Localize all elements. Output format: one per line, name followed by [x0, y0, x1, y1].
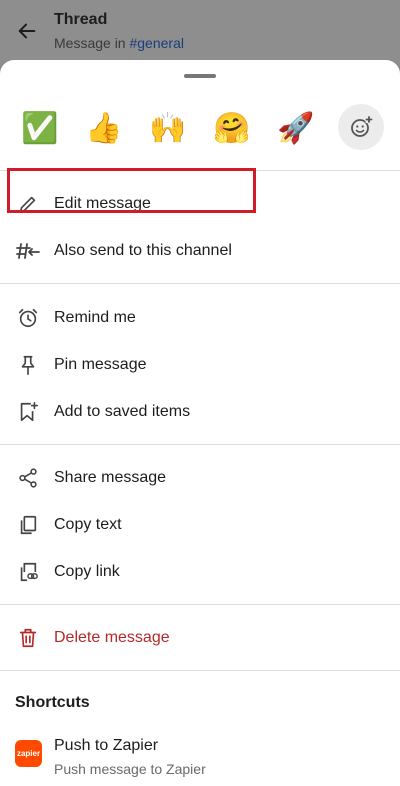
- channel-link[interactable]: #general: [129, 35, 184, 51]
- trash-icon: [16, 626, 40, 650]
- shortcut-title: Push to Zapier: [54, 737, 159, 754]
- rocket-icon[interactable]: 🚀: [274, 106, 318, 150]
- copy-link-icon: [16, 560, 40, 584]
- delete-message-item[interactable]: Delete message: [0, 615, 400, 661]
- arrow-left-icon: [18, 23, 36, 39]
- pin-message-label: Pin message: [54, 356, 147, 373]
- thread-header: Thread Message in #general: [0, 0, 400, 62]
- header-subtitle: Message in #general: [54, 35, 184, 51]
- divider: [0, 670, 400, 671]
- shortcut-subtitle: Push message to Zapier: [54, 761, 206, 777]
- divider: [0, 604, 400, 605]
- white-check-mark-icon[interactable]: ✅: [18, 106, 62, 150]
- subtitle-prefix: Message in: [54, 35, 126, 51]
- zapier-logo-icon: zapier: [15, 740, 42, 767]
- hugging-face-icon[interactable]: 🤗: [210, 106, 254, 150]
- copy-text-label: Copy text: [54, 516, 122, 533]
- copy-icon: [16, 513, 40, 537]
- pin-message-item[interactable]: Pin message: [0, 342, 400, 388]
- copy-link-label: Copy link: [54, 563, 120, 580]
- reaction-row: ✅ 👍 🙌 🤗 🚀: [0, 100, 400, 156]
- share-icon: [16, 466, 40, 490]
- raised-hands-icon[interactable]: 🙌: [146, 106, 190, 150]
- remind-me-label: Remind me: [54, 309, 136, 326]
- copy-link-item[interactable]: Copy link: [0, 549, 400, 595]
- hash-arrow-icon: [16, 239, 40, 263]
- add-to-saved-item[interactable]: Add to saved items: [0, 389, 400, 435]
- drag-handle[interactable]: [184, 74, 216, 78]
- add-emoji-icon: [351, 116, 373, 137]
- share-message-item[interactable]: Share message: [0, 455, 400, 501]
- divider: [0, 444, 400, 445]
- thumbs-up-icon[interactable]: 👍: [82, 106, 126, 150]
- push-to-zapier-item[interactable]: zapier Push to Zapier Push message to Za…: [0, 728, 400, 786]
- share-message-label: Share message: [54, 469, 167, 486]
- pin-icon: [16, 353, 40, 377]
- back-button[interactable]: [12, 16, 42, 46]
- also-send-to-channel-item[interactable]: Also send to this channel: [0, 228, 400, 274]
- bookmark-add-icon: [16, 400, 40, 424]
- copy-text-item[interactable]: Copy text: [0, 502, 400, 548]
- divider: [0, 283, 400, 284]
- page-title: Thread: [54, 11, 108, 28]
- alarm-clock-icon: [16, 306, 40, 330]
- also-send-label: Also send to this channel: [54, 242, 232, 259]
- delete-message-label: Delete message: [54, 629, 170, 646]
- add-reaction-button[interactable]: [338, 104, 384, 150]
- remind-me-item[interactable]: Remind me: [0, 295, 400, 341]
- shortcuts-heading: Shortcuts: [15, 694, 90, 711]
- add-to-saved-label: Add to saved items: [54, 403, 191, 420]
- highlight-box: [7, 168, 256, 213]
